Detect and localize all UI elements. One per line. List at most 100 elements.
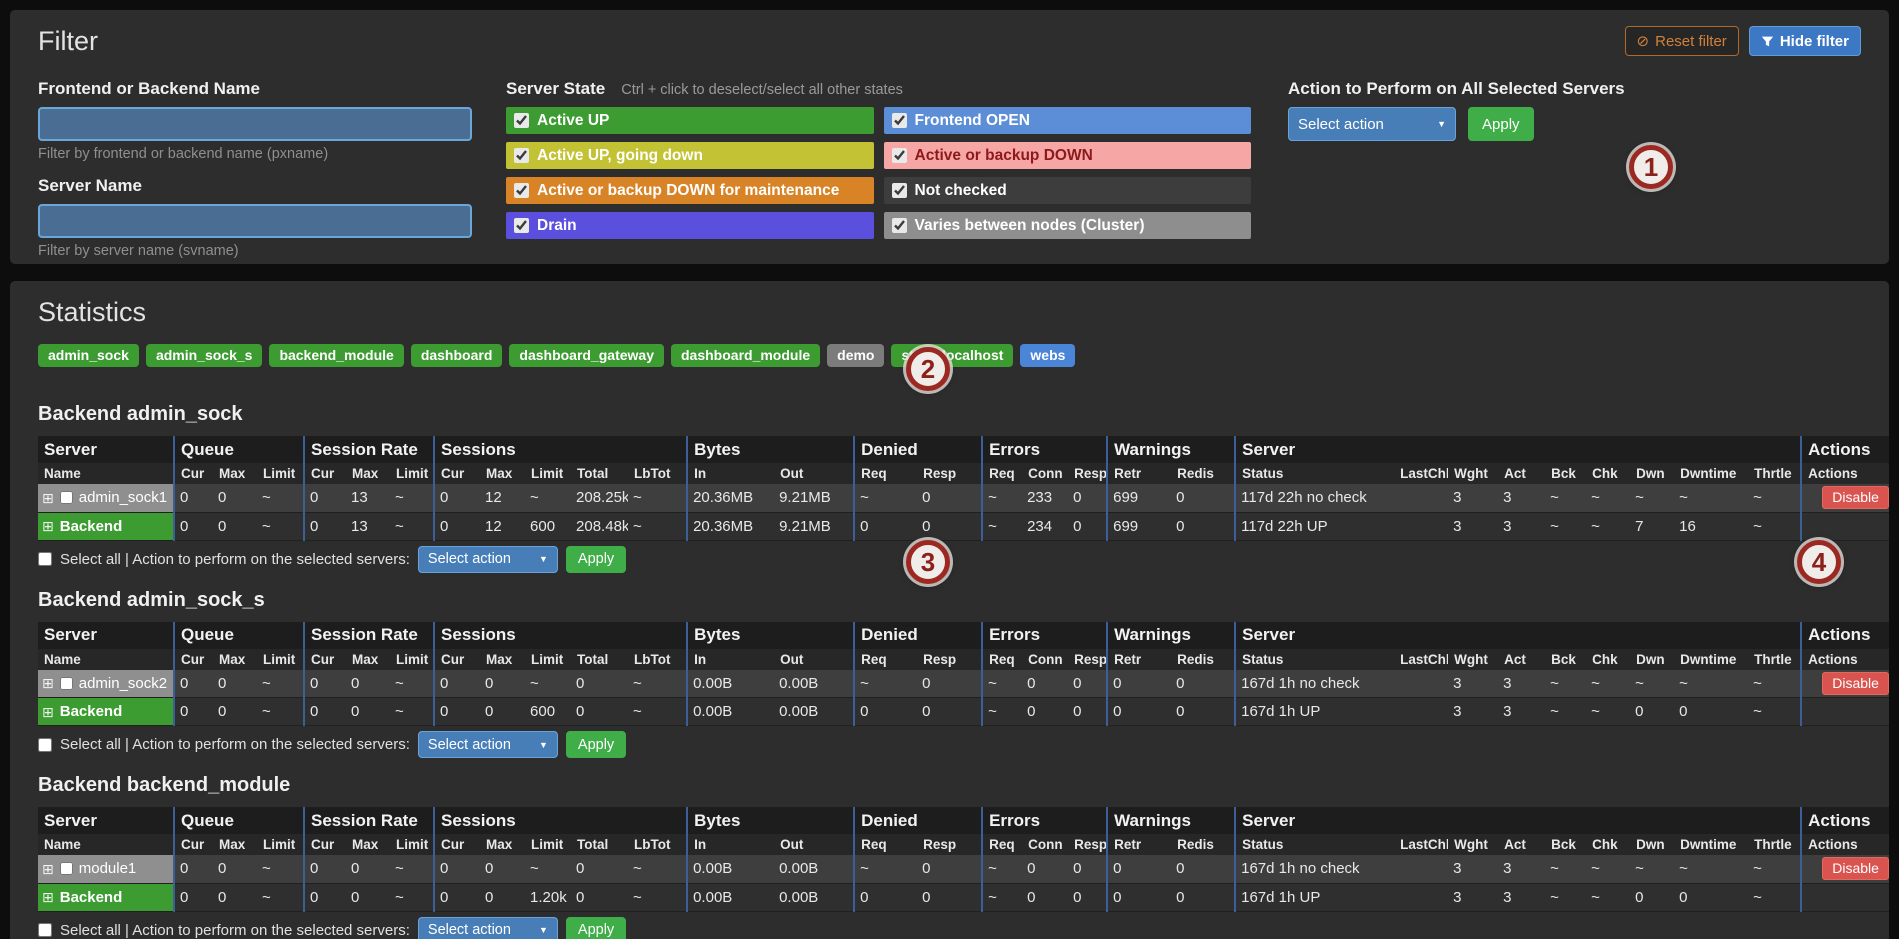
cell-req: 0 <box>854 512 917 540</box>
backend-tag-dashboard-module[interactable]: dashboard_module <box>671 344 820 367</box>
column-dwntime: Dwntime <box>1674 834 1748 855</box>
column-bck: Bck <box>1545 463 1586 484</box>
backend-tag-backend-module[interactable]: backend_module <box>269 344 403 367</box>
column-dwn: Dwn <box>1630 649 1674 670</box>
select-all-checkbox[interactable] <box>38 552 52 566</box>
column-limit: Limit <box>525 649 571 670</box>
cell-dwntime: 0 <box>1674 698 1748 726</box>
cell-dwn: 0 <box>1630 883 1674 911</box>
select-all-checkbox[interactable] <box>38 923 52 937</box>
cell-req: ~ <box>854 484 917 512</box>
filter-panel-header: Filter ⊘ Reset filter Hide filter <box>38 26 1861 57</box>
backend-section-admin-sock: Backend admin_sockServerQueueSession Rat… <box>38 403 1861 573</box>
pxname-input[interactable] <box>38 107 472 141</box>
cell-bck: ~ <box>1545 512 1586 540</box>
table-action-select[interactable]: Select action▼ <box>418 546 558 573</box>
checkbox-icon[interactable] <box>892 183 907 198</box>
column-bck: Bck <box>1545 834 1586 855</box>
state-option-label: Varies between nodes (Cluster) <box>915 217 1145 235</box>
checkbox-icon[interactable] <box>514 218 529 233</box>
column-max: Max <box>213 649 257 670</box>
cell-lastchk <box>1394 698 1448 726</box>
cell-max: 0 <box>213 670 257 698</box>
disable-button[interactable]: Disable <box>1822 486 1889 509</box>
backend-tag-admin-sock[interactable]: admin_sock <box>38 344 139 367</box>
backend-tag-demo[interactable]: demo <box>827 344 884 367</box>
backend-tag-admin-sock-s[interactable]: admin_sock_s <box>146 344 263 367</box>
cell-limit: ~ <box>257 670 304 698</box>
global-action-label: Action to Perform on All Selected Server… <box>1288 79 1861 99</box>
cell-max: 0 <box>346 883 390 911</box>
server-name: admin_sock1 <box>79 489 167 506</box>
backend-tag-webs[interactable]: webs <box>1020 344 1075 367</box>
svname-input[interactable] <box>38 204 472 238</box>
table-action-select[interactable]: Select action▼ <box>418 731 558 758</box>
state-option-drain[interactable]: Drain <box>506 212 874 239</box>
checkbox-icon[interactable] <box>514 148 529 163</box>
column-chk: Chk <box>1586 649 1630 670</box>
table-action-select[interactable]: Select action▼ <box>418 917 558 939</box>
state-option-varies-between-nodes-cluster[interactable]: Varies between nodes (Cluster) <box>884 212 1252 239</box>
cell-max: 12 <box>480 512 525 540</box>
column-req: Req <box>854 463 917 484</box>
column-resp: Resp <box>917 834 982 855</box>
column-group-warnings: Warnings <box>1107 622 1235 649</box>
expand-icon[interactable]: ⊞ <box>42 890 54 904</box>
cell-total: 208.25k <box>571 484 628 512</box>
column-retr: Retr <box>1107 463 1171 484</box>
checkbox-icon[interactable] <box>892 218 907 233</box>
state-option-active-up-going-down[interactable]: Active UP, going down <box>506 142 874 169</box>
checkbox-icon[interactable] <box>892 148 907 163</box>
column-lbtot: LbTot <box>628 649 687 670</box>
reset-filter-button[interactable]: ⊘ Reset filter <box>1625 26 1739 56</box>
column-cur: Cur <box>304 834 346 855</box>
expand-icon[interactable]: ⊞ <box>42 705 54 719</box>
expand-icon[interactable]: ⊞ <box>42 519 54 533</box>
column-max: Max <box>346 463 390 484</box>
cell-bck: ~ <box>1545 698 1586 726</box>
column-resp: Resp <box>1068 463 1107 484</box>
hide-filter-button[interactable]: Hide filter <box>1749 26 1861 56</box>
row-checkbox[interactable] <box>60 677 73 690</box>
table-apply-button[interactable]: Apply <box>566 546 626 573</box>
checkbox-icon[interactable] <box>514 183 529 198</box>
select-all-checkbox[interactable] <box>38 738 52 752</box>
table-apply-button[interactable]: Apply <box>566 917 626 939</box>
cell-lbtot: ~ <box>628 698 687 726</box>
cell-conn: 0 <box>1022 670 1068 698</box>
table-apply-button[interactable]: Apply <box>566 731 626 758</box>
expand-icon[interactable]: ⊞ <box>42 676 54 690</box>
checkbox-icon[interactable] <box>892 113 907 128</box>
global-action-controls: Select action ▼ Apply <box>1288 107 1861 141</box>
global-apply-button[interactable]: Apply <box>1468 107 1534 141</box>
row-checkbox[interactable] <box>60 491 73 504</box>
checkbox-icon[interactable] <box>514 113 529 128</box>
cell-lastchk <box>1394 484 1448 512</box>
expand-icon[interactable]: ⊞ <box>42 491 54 505</box>
cell-resp: 0 <box>917 698 982 726</box>
row-checkbox[interactable] <box>60 862 73 875</box>
state-option-active-or-backup-down-for-maintenance[interactable]: Active or backup DOWN for maintenance <box>506 177 874 204</box>
table-sub-header: NameCurMaxLimitCurMaxLimitCurMaxLimitTot… <box>38 463 1889 484</box>
global-action-select-value: Select action <box>1298 116 1384 133</box>
table-row-backend: ⊞Backend00~00~001.20k0~0.00B0.00B00~0000… <box>38 883 1889 911</box>
global-action-select[interactable]: Select action ▼ <box>1288 107 1456 141</box>
cell-status: 167d 1h no check <box>1235 670 1394 698</box>
cell-lastchk <box>1394 512 1448 540</box>
backend-tag-dashboard[interactable]: dashboard <box>411 344 503 367</box>
column-group-bytes: Bytes <box>687 807 854 834</box>
state-option-active-up[interactable]: Active UP <box>506 107 874 134</box>
server-state-grid: Active UP Frontend OPEN Active UP, going d… <box>506 107 1251 239</box>
state-option-frontend-open[interactable]: Frontend OPEN <box>884 107 1252 134</box>
backend-tag-dashboard-gateway[interactable]: dashboard_gateway <box>509 344 664 367</box>
state-option-active-or-backup-down[interactable]: Active or backup DOWN <box>884 142 1252 169</box>
state-option-not-checked[interactable]: Not checked <box>884 177 1252 204</box>
column-cur: Cur <box>434 834 480 855</box>
disable-button[interactable]: Disable <box>1822 672 1889 695</box>
cell-cur: 0 <box>434 484 480 512</box>
disable-button[interactable]: Disable <box>1822 857 1889 880</box>
cell-wght: 3 <box>1448 512 1498 540</box>
select-all-label: Select all | Action to perform on the se… <box>60 551 410 568</box>
expand-icon[interactable]: ⊞ <box>42 862 54 876</box>
cell-dwntime: ~ <box>1674 484 1748 512</box>
